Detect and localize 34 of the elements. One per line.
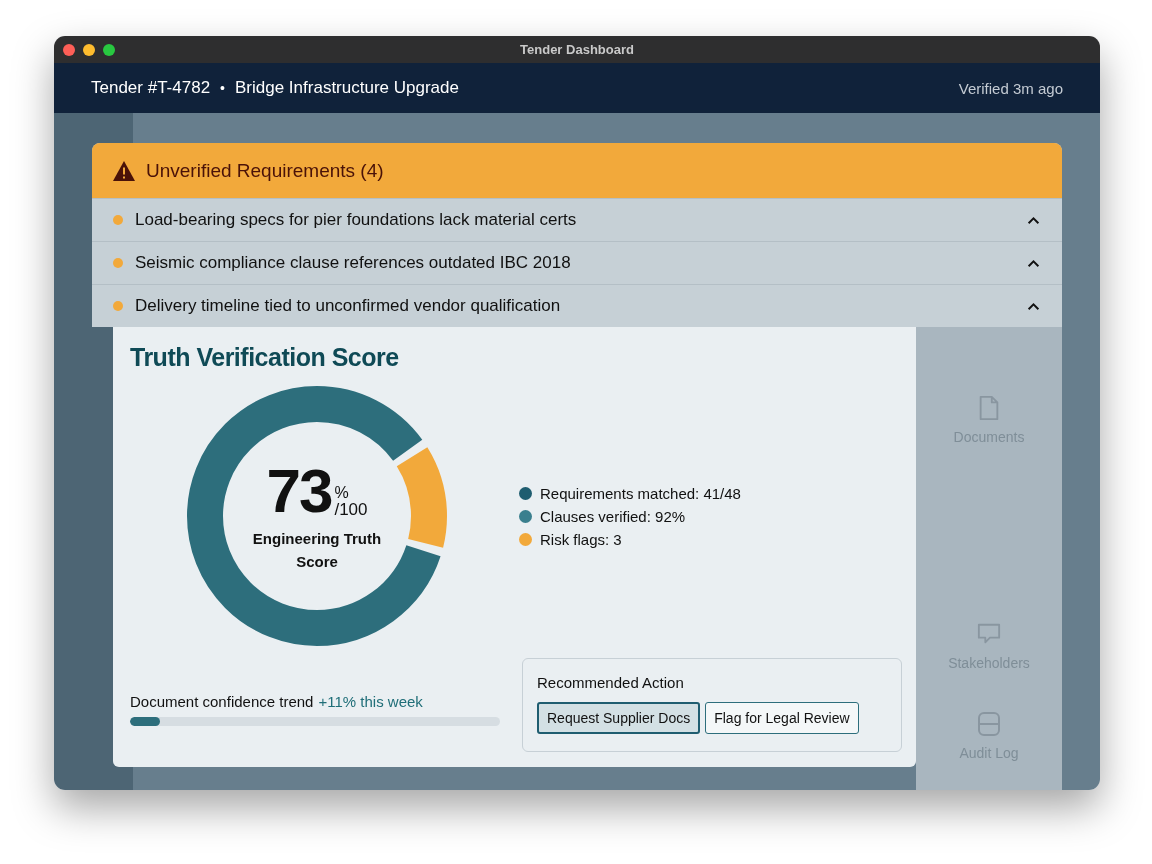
minimize-button[interactable] [83, 44, 95, 56]
score-unit: % [334, 484, 350, 501]
chevron-up-icon[interactable] [1027, 258, 1040, 268]
legend-label: Risk flags: 3 [540, 530, 622, 548]
project-name: Bridge Infrastructure Upgrade [235, 78, 459, 98]
status-dot [113, 215, 123, 225]
close-button[interactable] [63, 44, 75, 56]
score-scale: /100 [334, 500, 368, 520]
zoom-button[interactable] [103, 44, 115, 56]
score-label: Engineering Truth Score [251, 528, 383, 571]
trend-label: Document confidence trend [130, 693, 314, 710]
chevron-up-icon[interactable] [1027, 301, 1040, 311]
status-dot [113, 258, 123, 268]
requirement-row[interactable]: Load-bearing specs for pier foundations lack material certs [92, 198, 1062, 241]
action-button[interactable]: Request Supplier Docs [537, 702, 701, 734]
chevron-up-icon[interactable] [1027, 215, 1040, 225]
requirement-row[interactable]: Seismic compliance clause references outdated IBC 2018 [92, 241, 1062, 284]
separator-dot: • [220, 80, 225, 96]
action-button[interactable]: Flag for Legal Review [705, 702, 859, 734]
score-value: 73 [266, 459, 332, 522]
window-title: Tender Dashboard [520, 42, 634, 57]
warning-icon [112, 159, 136, 182]
requirement-text: Load-bearing specs for pier foundations lack material certs [135, 210, 577, 230]
requirement-text: Seismic compliance clause references outdated IBC 2018 [135, 253, 571, 273]
panel-title: Recommended Action [537, 674, 684, 691]
status-dot [113, 301, 123, 311]
legend-label: Clauses verified: 92% [540, 507, 686, 525]
card-title: Truth Verification Score [130, 343, 400, 372]
verified-status: Verified 3m ago [958, 79, 1063, 97]
requirement-text: Delivery timeline tied to unconfirmed vendor qualification [135, 296, 561, 316]
tender-id: Tender #T-4782 [91, 78, 211, 98]
legend-label: Requirements matched: 41/48 [540, 484, 741, 502]
trend-change: +11% this week [318, 693, 423, 710]
alert-title: Unverified Requirements (4) [146, 159, 384, 182]
